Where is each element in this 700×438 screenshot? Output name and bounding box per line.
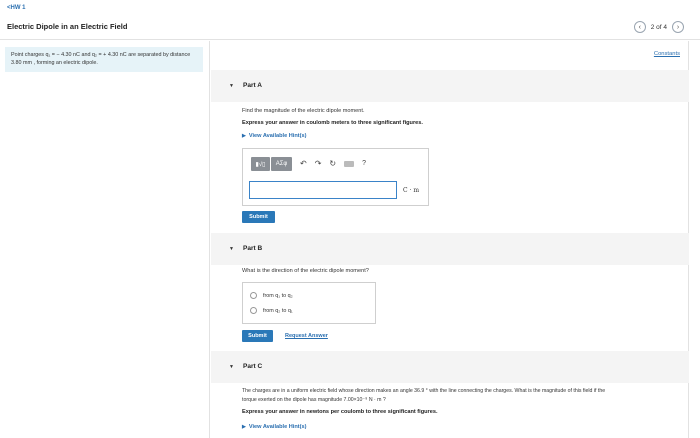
answer-editor: ▮√▯ ΑΣφ ↶ ↷ ↻ ? C · m	[242, 148, 429, 206]
caret-down-icon: ▼	[229, 246, 234, 252]
choice-list: from q₁ to q₂ from q₂ to q₁	[242, 282, 376, 324]
request-answer-link[interactable]: Request Answer	[285, 333, 328, 339]
greek-symbols-button[interactable]: ΑΣφ	[271, 157, 292, 171]
part-a-instruction: Express your answer in coulomb meters to…	[242, 120, 423, 126]
choice-option[interactable]: from q₂ to q₁	[250, 307, 293, 314]
part-c-instruction: Express your answer in newtons per coulo…	[242, 409, 438, 415]
redo-icon[interactable]: ↷	[315, 157, 322, 171]
part-c-label: Part C	[243, 363, 263, 370]
part-a-label: Part A	[243, 82, 262, 89]
chevron-right-icon[interactable]: ›	[672, 21, 684, 33]
choice-option[interactable]: from q₁ to q₂	[250, 292, 293, 299]
caret-right-icon: ▶	[242, 133, 246, 139]
part-c-question-line1: The charges are in a uniform electric fi…	[242, 388, 606, 394]
part-c-header[interactable]: ▼ Part C	[211, 351, 689, 383]
radio-button[interactable]	[250, 307, 257, 314]
top-bar: <HW 1 Electric Dipole in an Electric Fie…	[0, 0, 700, 40]
caret-down-icon: ▼	[229, 83, 234, 89]
help-button[interactable]: ?	[362, 157, 366, 171]
part-c-hint-link[interactable]: ▶ View Available Hint(s)	[242, 424, 306, 430]
page-title: Electric Dipole in an Electric Field	[7, 22, 128, 31]
part-b-submit-button[interactable]: Submit	[242, 330, 273, 342]
back-to-assignment-link[interactable]: <HW 1	[7, 5, 26, 11]
part-b-header[interactable]: ▼ Part B	[211, 233, 689, 265]
pager: ‹ 2 of 4 ›	[633, 21, 684, 33]
caret-right-icon: ▶	[242, 424, 246, 430]
radio-button[interactable]	[250, 292, 257, 299]
choice-label: from q₂ to q₁	[263, 307, 293, 314]
part-c-question-line2: torque exerted on the dipole has magnitu…	[242, 397, 386, 403]
part-a-question: Find the magnitude of the electric dipol…	[242, 108, 365, 114]
part-b-question: What is the direction of the electric di…	[242, 268, 369, 274]
templates-button[interactable]: ▮√▯	[251, 157, 270, 171]
editor-toolbar: ▮√▯ ΑΣφ ↶ ↷ ↻ ?	[251, 157, 366, 171]
choice-label: from q₁ to q₂	[263, 292, 293, 299]
hint-label: View Available Hint(s)	[248, 133, 307, 139]
pager-label: 2 of 4	[650, 23, 667, 31]
part-a-header[interactable]: ▼ Part A	[211, 70, 689, 102]
hint-label: View Available Hint(s)	[248, 424, 307, 430]
chevron-left-icon[interactable]: ‹	[633, 21, 646, 33]
constants-link[interactable]: Constants	[654, 51, 680, 57]
problem-column	[0, 41, 210, 438]
caret-down-icon: ▼	[229, 364, 234, 370]
problem-statement: Point charges q₁ = − 4.30 nC and q₂ = + …	[5, 47, 203, 72]
part-b-label: Part B	[243, 245, 263, 252]
part-a-hint-link[interactable]: ▶ View Available Hint(s)	[242, 133, 306, 139]
reset-icon[interactable]: ↻	[329, 157, 336, 171]
answer-input[interactable]	[249, 181, 397, 199]
undo-icon[interactable]: ↶	[300, 157, 307, 171]
answer-unit: C · m	[403, 187, 420, 194]
part-a-submit-button[interactable]: Submit	[242, 211, 275, 223]
keyboard-icon[interactable]	[344, 161, 355, 167]
